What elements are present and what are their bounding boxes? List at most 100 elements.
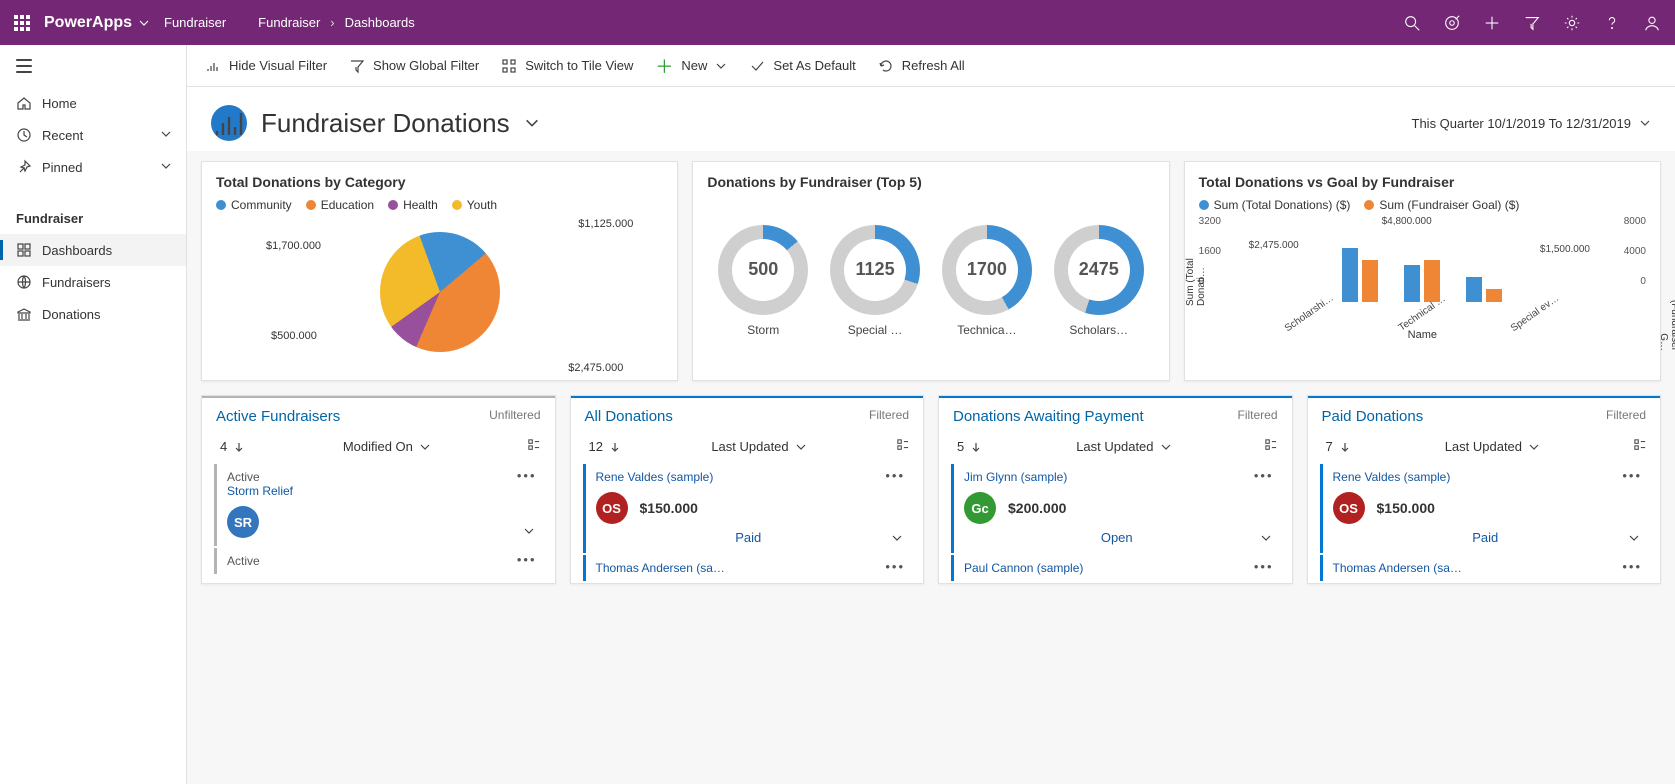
legend-dot xyxy=(1364,200,1374,210)
arrow-down-icon[interactable] xyxy=(609,441,621,453)
view-grid-icon[interactable] xyxy=(1265,439,1277,454)
crumb-1[interactable]: Dashboards xyxy=(345,15,415,30)
arrow-down-icon[interactable] xyxy=(970,441,982,453)
list-item[interactable]: •••Rene Valdes (sample)OS$150.000Paid xyxy=(583,464,912,553)
cmd-new[interactable]: ＋ New xyxy=(655,53,727,79)
legend-label: Youth xyxy=(467,198,497,212)
chevron-down-icon[interactable] xyxy=(524,115,540,131)
bar-annotation: $2,475.000 xyxy=(1249,240,1299,251)
date-range-label: This Quarter 10/1/2019 To 12/31/2019 xyxy=(1412,116,1631,131)
list-item-amount: $200.000 xyxy=(1008,500,1066,516)
list-item[interactable]: •••Rene Valdes (sample)OS$150.000Paid xyxy=(1320,464,1649,553)
clock-icon xyxy=(16,127,32,143)
view-grid-icon[interactable] xyxy=(1634,439,1646,454)
date-range[interactable]: This Quarter 10/1/2019 To 12/31/2019 xyxy=(1412,116,1651,131)
list-item-status[interactable]: Open xyxy=(964,530,1270,545)
gear-icon[interactable] xyxy=(1563,14,1581,32)
target-icon[interactable] xyxy=(1443,14,1461,32)
list-sort[interactable]: Last Updated xyxy=(1076,439,1171,454)
cmd-refresh-all[interactable]: Refresh All xyxy=(878,58,965,74)
cmd-set-default[interactable]: Set As Default xyxy=(749,58,855,74)
app-name[interactable]: Fundraiser xyxy=(164,15,226,30)
more-icon[interactable]: ••• xyxy=(885,559,905,574)
list-card[interactable]: All DonationsFiltered12Last Updated•••Re… xyxy=(570,395,925,584)
bar-chart: $2,475.000 $4,800.000 $1,500.000 xyxy=(1253,222,1592,302)
list-item-link[interactable]: Thomas Andersen (sa… xyxy=(1333,561,1639,575)
dashboard-chart-icon xyxy=(211,105,247,141)
chevron-down-icon xyxy=(160,160,172,175)
more-icon[interactable]: ••• xyxy=(1254,468,1274,483)
filter-icon[interactable] xyxy=(1523,14,1541,32)
chevron-down-icon xyxy=(1639,117,1651,129)
list-sort[interactable]: Modified On xyxy=(343,439,431,454)
list-item-link[interactable]: Jim Glynn (sample) xyxy=(964,470,1270,484)
bar-annotation: $4,800.000 xyxy=(1382,216,1432,227)
chevron-down-icon[interactable] xyxy=(891,532,903,547)
more-icon[interactable]: ••• xyxy=(517,552,537,567)
cmd-hide-visual-filter[interactable]: Hide Visual Filter xyxy=(205,58,327,74)
more-icon[interactable]: ••• xyxy=(885,468,905,483)
sidebar-toggle[interactable] xyxy=(0,45,186,87)
pie-slice-label: $1,125.000 xyxy=(578,218,633,230)
legend-dot xyxy=(388,200,398,210)
app-breadcrumb: Fundraiser Fundraiser › Dashboards xyxy=(164,15,415,30)
card-donations-vs-goal[interactable]: Total Donations vs Goal by Fundraiser Su… xyxy=(1184,161,1661,381)
pie-slice-label: $2,475.000 xyxy=(568,362,623,374)
view-grid-icon[interactable] xyxy=(897,439,909,454)
list-card[interactable]: Paid DonationsFiltered7Last Updated•••Re… xyxy=(1307,395,1662,584)
card-donations-by-fundraiser[interactable]: Donations by Fundraiser (Top 5) 500 Stor… xyxy=(692,161,1169,381)
list-count: 12 xyxy=(589,439,603,454)
more-icon[interactable]: ••• xyxy=(517,468,537,483)
topbar-right xyxy=(1403,14,1661,32)
pin-icon xyxy=(16,159,32,175)
list-item-link[interactable]: Paul Cannon (sample) xyxy=(964,561,1270,575)
more-icon[interactable]: ••• xyxy=(1622,559,1642,574)
list-item-link[interactable]: Rene Valdes (sample) xyxy=(596,470,902,484)
list-sort[interactable]: Last Updated xyxy=(711,439,806,454)
list-card[interactable]: Donations Awaiting PaymentFiltered5Last … xyxy=(938,395,1293,584)
list-sort[interactable]: Last Updated xyxy=(1445,439,1540,454)
list-item-status[interactable]: Paid xyxy=(1333,530,1639,545)
help-icon[interactable] xyxy=(1603,14,1621,32)
chevron-down-icon[interactable] xyxy=(523,525,535,540)
more-icon[interactable]: ••• xyxy=(1254,559,1274,574)
list-item[interactable]: •••Active xyxy=(214,548,543,574)
chevron-down-icon[interactable] xyxy=(1260,532,1272,547)
cmd-label: Refresh All xyxy=(902,58,965,73)
sidebar-recent[interactable]: Recent xyxy=(0,119,186,151)
brand-label[interactable]: PowerApps xyxy=(44,14,150,32)
sidebar-item-donations[interactable]: Donations xyxy=(0,298,186,330)
card-title: Total Donations vs Goal by Fundraiser xyxy=(1199,174,1646,190)
arrow-down-icon[interactable] xyxy=(233,441,245,453)
donut-graphic: 500 xyxy=(718,225,808,315)
pie-slice-label: $500.000 xyxy=(271,330,317,342)
list-subheader: 7Last Updated xyxy=(1308,435,1661,464)
list-item-status[interactable]: Paid xyxy=(596,530,902,545)
chevron-down-icon[interactable] xyxy=(1628,532,1640,547)
list-item-link[interactable]: Thomas Andersen (sa… xyxy=(596,561,902,575)
plus-icon[interactable] xyxy=(1483,14,1501,32)
user-icon[interactable] xyxy=(1643,14,1661,32)
app-launcher-icon[interactable] xyxy=(14,15,30,31)
list-item[interactable]: •••Paul Cannon (sample) xyxy=(951,555,1280,581)
legend-dot xyxy=(452,200,462,210)
arrow-down-icon[interactable] xyxy=(1339,441,1351,453)
crumb-0[interactable]: Fundraiser xyxy=(258,15,320,30)
list-item-link[interactable]: Rene Valdes (sample) xyxy=(1333,470,1639,484)
list-item-link[interactable]: Storm Relief xyxy=(227,484,533,498)
list-card[interactable]: Active FundraisersUnfiltered4Modified On… xyxy=(201,395,556,584)
view-grid-icon[interactable] xyxy=(528,439,540,454)
sidebar-pinned[interactable]: Pinned xyxy=(0,151,186,183)
sidebar-item-dashboards[interactable]: Dashboards xyxy=(0,234,186,266)
list-item[interactable]: •••Jim Glynn (sample)Gc$200.000Open xyxy=(951,464,1280,553)
card-total-donations-category[interactable]: Total Donations by Category Community Ed… xyxy=(201,161,678,381)
list-item[interactable]: •••ActiveStorm ReliefSR xyxy=(214,464,543,546)
sidebar-item-fundraisers[interactable]: Fundraisers xyxy=(0,266,186,298)
list-item[interactable]: •••Thomas Andersen (sa… xyxy=(583,555,912,581)
cmd-switch-tile-view[interactable]: Switch to Tile View xyxy=(501,58,633,74)
sidebar-home[interactable]: Home xyxy=(0,87,186,119)
more-icon[interactable]: ••• xyxy=(1622,468,1642,483)
list-item[interactable]: •••Thomas Andersen (sa… xyxy=(1320,555,1649,581)
search-icon[interactable] xyxy=(1403,14,1421,32)
cmd-show-global-filter[interactable]: Show Global Filter xyxy=(349,58,479,74)
